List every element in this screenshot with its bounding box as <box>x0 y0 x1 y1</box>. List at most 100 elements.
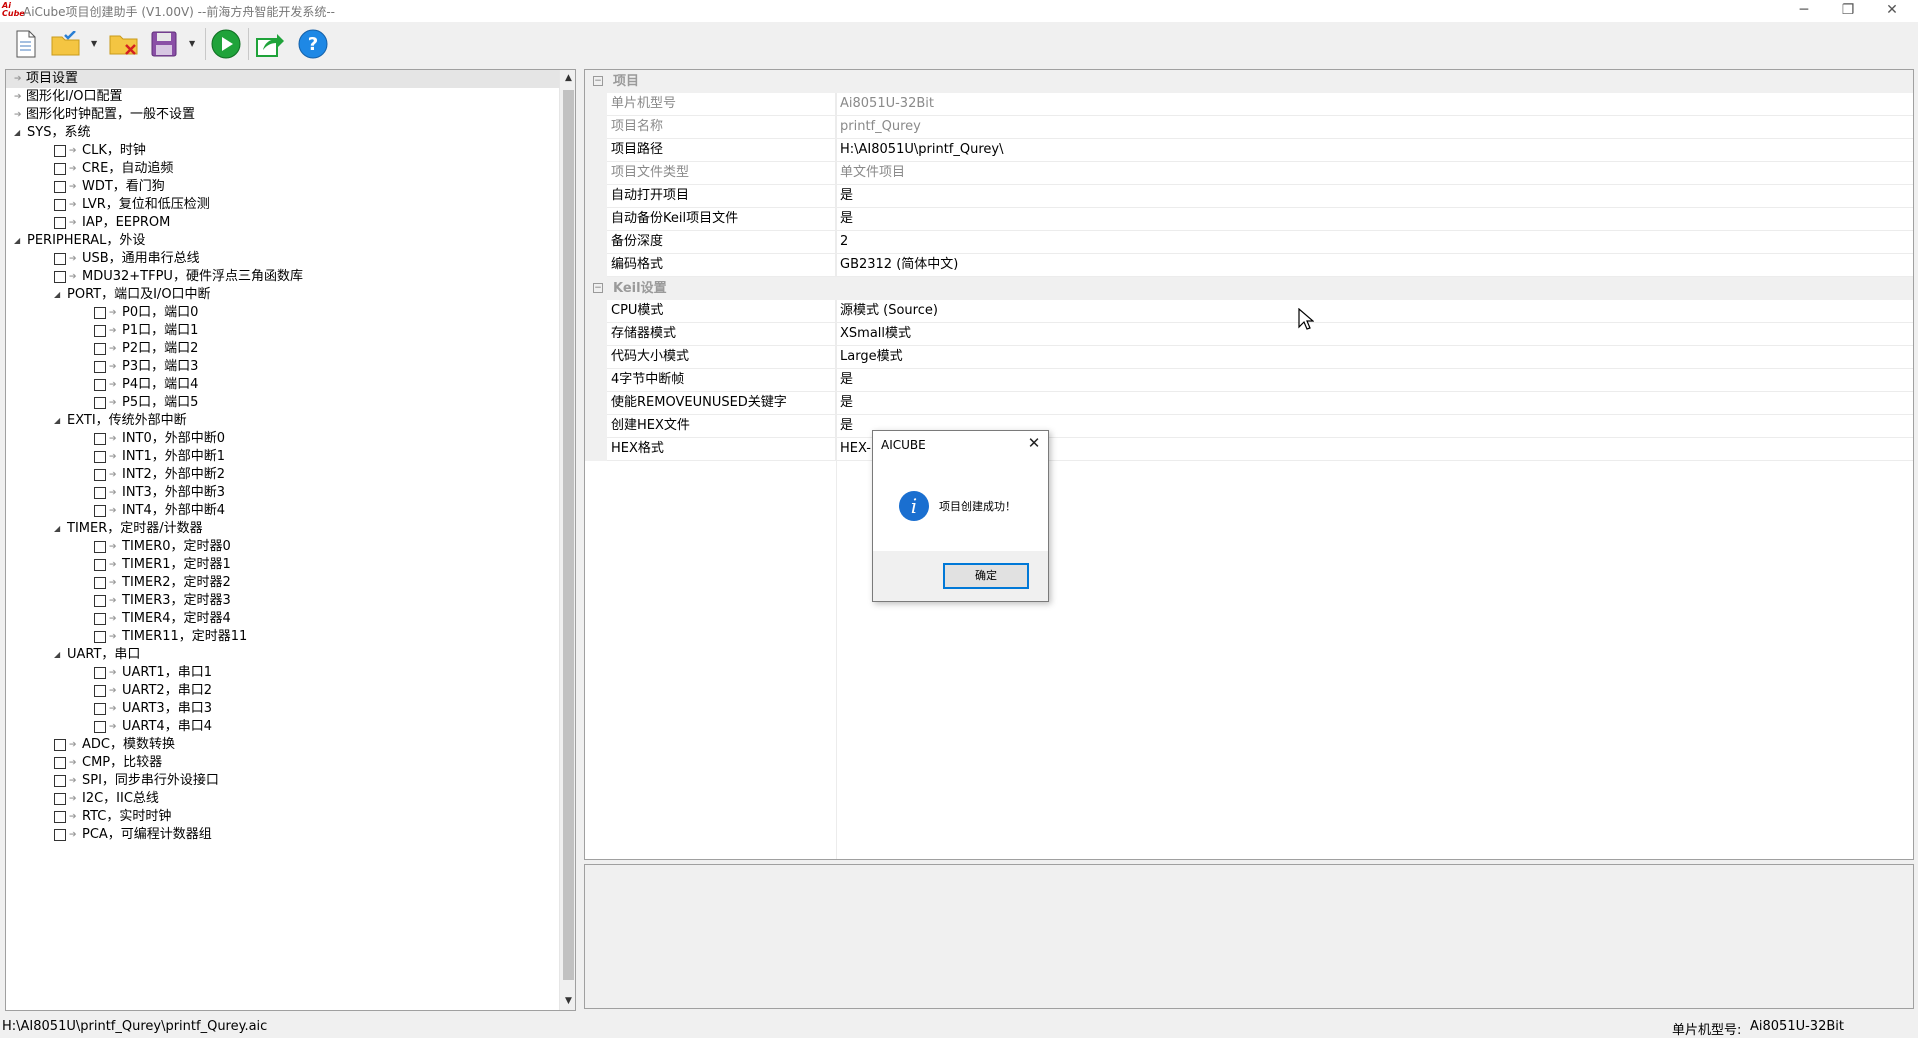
minimize-button[interactable]: ─ <box>1782 0 1826 22</box>
tree-checkbox[interactable] <box>54 757 66 769</box>
open-project-button[interactable] <box>50 28 82 60</box>
tree-item[interactable]: ➔ MDU32+TFPU，硬件浮点三角函数库 <box>6 268 559 286</box>
tree-item[interactable]: ➔ ADC，模数转换 <box>6 736 559 754</box>
tree-item[interactable]: ➔ I2C，IIC总线 <box>6 790 559 808</box>
property-row[interactable]: HEX格式 HEX- <box>585 438 1913 461</box>
tree-item[interactable]: ➔ 图形化时钟配置，一般不设置 <box>6 106 559 124</box>
dialog-close-icon[interactable]: ✕ <box>1023 433 1045 453</box>
tree-group-node[interactable]: ◢ PERIPHERAL，外设 <box>6 232 559 250</box>
tree-group-node[interactable]: ◢ TIMER，定时器/计数器 <box>6 520 559 538</box>
tree-checkbox[interactable] <box>94 397 106 409</box>
tree-checkbox[interactable] <box>94 325 106 337</box>
tree-checkbox[interactable] <box>94 613 106 625</box>
tree-checkbox[interactable] <box>54 775 66 787</box>
tree-checkbox[interactable] <box>54 163 66 175</box>
property-value[interactable]: 2 <box>836 231 1913 254</box>
property-row[interactable]: 创建HEX文件是 <box>585 415 1913 438</box>
tree-checkbox[interactable] <box>54 217 66 229</box>
property-row[interactable]: 代码大小模式 Large模式 <box>585 346 1913 369</box>
scroll-down-icon[interactable]: ▼ <box>560 993 575 1010</box>
property-category[interactable]: − 项目 <box>585 70 1913 93</box>
tree-item[interactable]: ➔ LVR，复位和低压检测 <box>6 196 559 214</box>
tree-checkbox[interactable] <box>94 577 106 589</box>
property-row[interactable]: 使能REMOVEUNUSED关键字是 <box>585 392 1913 415</box>
run-button[interactable] <box>210 28 242 60</box>
tree-checkbox[interactable] <box>54 811 66 823</box>
property-row[interactable]: 项目名称 printf_Qurey <box>585 116 1913 139</box>
tree-checkbox[interactable] <box>94 505 106 517</box>
tree-item[interactable]: ➔ TIMER0，定时器0 <box>6 538 559 556</box>
tree-item[interactable]: ➔ TIMER2，定时器2 <box>6 574 559 592</box>
expand-toggle-icon[interactable]: ◢ <box>54 286 64 304</box>
save-dropdown-arrow[interactable]: ▼ <box>189 40 197 48</box>
tree-item[interactable]: ➔ TIMER4，定时器4 <box>6 610 559 628</box>
property-value[interactable]: H:\AI8051U\printf_Qurey\ <box>836 139 1913 162</box>
tree-item[interactable]: ➔ P1口，端口1 <box>6 322 559 340</box>
tree-checkbox[interactable] <box>94 343 106 355</box>
property-value[interactable]: 是 <box>836 208 1913 231</box>
tree-item[interactable]: ➔ INT0，外部中断0 <box>6 430 559 448</box>
tree-group-node[interactable]: ◢ EXTI，传统外部中断 <box>6 412 559 430</box>
ok-button[interactable]: 确定 <box>943 563 1029 589</box>
tree-checkbox[interactable] <box>94 559 106 571</box>
tree-group-node[interactable]: ◢ UART，串口 <box>6 646 559 664</box>
tree-checkbox[interactable] <box>94 667 106 679</box>
property-value[interactable]: GB2312 (简体中文) <box>836 254 1913 277</box>
tree-checkbox[interactable] <box>94 433 106 445</box>
tree-group-node[interactable]: ◢ PORT，端口及I/O口中断 <box>6 286 559 304</box>
tree-item[interactable]: ➔ CMP，比较器 <box>6 754 559 772</box>
tree-checkbox[interactable] <box>94 631 106 643</box>
tree-item[interactable]: ➔ IAP，EEPROM <box>6 214 559 232</box>
property-row[interactable]: 编码格式 GB2312 (简体中文) <box>585 254 1913 277</box>
property-row[interactable]: 备份深度 2 <box>585 231 1913 254</box>
property-row[interactable]: 单片机型号 Ai8051U-32Bit <box>585 93 1913 116</box>
tree-checkbox[interactable] <box>54 829 66 841</box>
expand-toggle-icon[interactable]: ◢ <box>54 412 64 430</box>
property-value[interactable]: 是 <box>836 369 1913 392</box>
tree-checkbox[interactable] <box>94 469 106 481</box>
tree-item[interactable]: ➔ P3口，端口3 <box>6 358 559 376</box>
tree-checkbox[interactable] <box>94 541 106 553</box>
collapse-icon[interactable]: − <box>593 76 603 86</box>
property-value[interactable]: Large模式 <box>836 346 1913 369</box>
property-value[interactable]: XSmall模式 <box>836 323 1913 346</box>
scroll-up-icon[interactable]: ▲ <box>560 70 575 87</box>
tree-item[interactable]: ➔ PCA，可编程计数器组 <box>6 826 559 844</box>
property-value[interactable]: 是 <box>836 185 1913 208</box>
tree-checkbox[interactable] <box>94 307 106 319</box>
tree-checkbox[interactable] <box>54 181 66 193</box>
tree-item[interactable]: ➔ P5口，端口5 <box>6 394 559 412</box>
tree-item[interactable]: ➔ WDT，看门狗 <box>6 178 559 196</box>
expand-toggle-icon[interactable]: ◢ <box>14 232 24 250</box>
tree-item[interactable]: ➔ UART1，串口1 <box>6 664 559 682</box>
scroll-thumb[interactable] <box>563 90 574 980</box>
tree-checkbox[interactable] <box>94 703 106 715</box>
tree-item[interactable]: ➔ SPI，同步串行外设接口 <box>6 772 559 790</box>
tree-group-node[interactable]: ◢ SYS，系统 <box>6 124 559 142</box>
tree-item[interactable]: ➔ 图形化I/O口配置 <box>6 88 559 106</box>
tree-item[interactable]: ➔ P2口，端口2 <box>6 340 559 358</box>
new-project-button[interactable] <box>10 28 42 60</box>
tree-checkbox[interactable] <box>54 271 66 283</box>
export-button[interactable] <box>254 28 286 60</box>
property-row[interactable]: 自动打开项目是 <box>585 185 1913 208</box>
tree-checkbox[interactable] <box>54 739 66 751</box>
tree-item[interactable]: ➔ TIMER1，定时器1 <box>6 556 559 574</box>
tree-item[interactable]: ➔ P4口，端口4 <box>6 376 559 394</box>
close-project-button[interactable] <box>108 28 140 60</box>
property-value[interactable]: 源模式 (Source) <box>836 300 1913 323</box>
property-row[interactable]: 4字节中断帧是 <box>585 369 1913 392</box>
property-category[interactable]: − Keil设置 <box>585 277 1913 300</box>
tree-item[interactable]: ➔ INT1，外部中断1 <box>6 448 559 466</box>
tree-checkbox[interactable] <box>54 199 66 211</box>
tree-checkbox[interactable] <box>94 685 106 697</box>
tree-item[interactable]: ➔ P0口，端口0 <box>6 304 559 322</box>
property-row[interactable]: 自动备份Keil项目文件是 <box>585 208 1913 231</box>
save-project-button[interactable] <box>148 28 180 60</box>
tree-checkbox[interactable] <box>94 721 106 733</box>
tree-item[interactable]: ➔ UART4，串口4 <box>6 718 559 736</box>
property-row[interactable]: CPU模式 源模式 (Source) <box>585 300 1913 323</box>
collapse-icon[interactable]: − <box>593 283 603 293</box>
tree-item[interactable]: ➔ USB，通用串行总线 <box>6 250 559 268</box>
tree-item[interactable]: ➔ CLK，时钟 <box>6 142 559 160</box>
